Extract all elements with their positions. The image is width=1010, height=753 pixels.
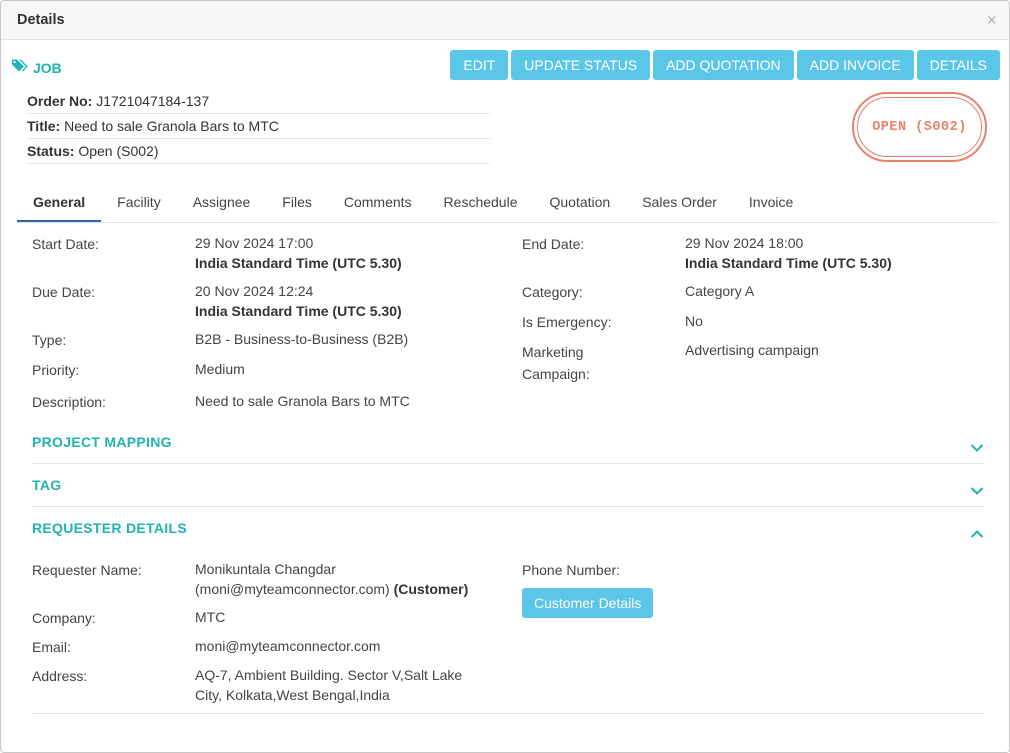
description-value: Need to sale Granola Bars to MTC [195, 393, 410, 409]
status-row: Status: Open (S002) [27, 139, 490, 164]
requester-details-section[interactable]: REQUESTER DETAILS [32, 520, 984, 542]
title-label: Title: [27, 118, 61, 134]
address-line2: City, Kolkata,West Bengal,India [195, 687, 390, 703]
address-label: Address: [32, 668, 88, 684]
chevron-down-icon[interactable] [970, 440, 984, 456]
edit-button[interactable]: EDIT [450, 50, 509, 80]
email-value: moni@myteamconnector.com [195, 638, 381, 654]
marketing-campaign-value: Advertising campaign [685, 342, 819, 358]
tab-facility[interactable]: Facility [101, 184, 177, 222]
due-date-value: 20 Nov 2024 12:24 India Standard Time (U… [195, 281, 402, 321]
phone-number-label: Phone Number: [522, 562, 621, 578]
start-date-text: 29 Nov 2024 17:00 [195, 235, 314, 251]
marketing-campaign-label: Marketing Campaign: [522, 341, 590, 385]
tab-assignee[interactable]: Assignee [177, 184, 267, 222]
due-date-timezone: India Standard Time (UTC 5.30) [195, 303, 402, 319]
marketing-label-line1: Marketing [522, 344, 584, 360]
project-mapping-section[interactable]: PROJECT MAPPING [32, 434, 984, 464]
tags-icon [12, 59, 33, 76]
tab-files[interactable]: Files [266, 184, 328, 222]
tab-general[interactable]: General [17, 184, 102, 222]
due-date-label: Due Date: [32, 284, 96, 300]
due-date-text: 20 Nov 2024 12:24 [195, 283, 314, 299]
section-divider [32, 713, 984, 714]
category-label: Category: [522, 284, 583, 300]
add-quotation-button[interactable]: ADD QUOTATION [653, 50, 794, 80]
close-icon[interactable]: × [986, 10, 997, 30]
title-value: Need to sale Granola Bars to MTC [64, 118, 279, 134]
order-no-label: Order No: [27, 93, 93, 109]
emergency-label: Is Emergency: [522, 314, 612, 330]
requester-name-label: Requester Name: [32, 562, 142, 578]
modal-header: Details × [1, 1, 1009, 40]
tab-sales-order[interactable]: Sales Order [626, 184, 733, 222]
status-stamp: OPEN (S002) [852, 92, 987, 162]
chevron-up-icon[interactable] [970, 526, 984, 542]
address-value: AQ-7, Ambient Building. Sector V,Salt La… [195, 665, 462, 705]
type-value: B2B - Business-to-Business (B2B) [195, 331, 409, 347]
requester-name-text: Monikuntala Changdar [195, 561, 336, 577]
details-modal: Details × JOB EDIT UPDATE STATUS ADD QUO… [0, 0, 1010, 753]
update-status-button[interactable]: UPDATE STATUS [511, 50, 651, 80]
email-label: Email: [32, 639, 71, 655]
start-date-value: 29 Nov 2024 17:00 India Standard Time (U… [195, 233, 402, 273]
project-mapping-title: PROJECT MAPPING [32, 434, 172, 450]
order-no-row: Order No: J1721047184-137 [27, 89, 490, 114]
status-value: Open (S002) [78, 143, 159, 159]
modal-title: Details [17, 12, 65, 28]
end-date-timezone: India Standard Time (UTC 5.30) [685, 255, 892, 271]
requester-details-title: REQUESTER DETAILS [32, 520, 187, 536]
title-row: Title: Need to sale Granola Bars to MTC [27, 114, 490, 139]
tab-reschedule[interactable]: Reschedule [428, 184, 534, 222]
job-info: Order No: J1721047184-137 Title: Need to… [27, 89, 490, 164]
status-stamp-text: OPEN (S002) [857, 97, 982, 157]
customer-details-button[interactable]: Customer Details [522, 588, 654, 618]
priority-value: Medium [195, 361, 245, 377]
requester-role: (Customer) [393, 581, 469, 597]
start-date-label: Start Date: [32, 236, 99, 252]
start-date-timezone: India Standard Time (UTC 5.30) [195, 255, 402, 271]
description-label: Description: [32, 394, 106, 410]
order-no-value: J1721047184-137 [96, 93, 210, 109]
category-value: Category A [685, 283, 755, 299]
chevron-down-icon[interactable] [970, 483, 984, 499]
tab-invoice[interactable]: Invoice [733, 184, 809, 222]
tag-title: TAG [32, 477, 62, 493]
job-label: JOB [33, 59, 62, 76]
company-label: Company: [32, 610, 96, 626]
job-heading: JOB [12, 59, 62, 76]
tab-quotation[interactable]: Quotation [533, 184, 626, 222]
requester-email-inline: (moni@myteamconnector.com) [195, 581, 390, 597]
tab-comments[interactable]: Comments [328, 184, 428, 222]
end-date-value: 29 Nov 2024 18:00 India Standard Time (U… [685, 233, 892, 273]
details-button[interactable]: DETAILS [916, 50, 1000, 80]
emergency-value: No [685, 313, 703, 329]
priority-label: Priority: [32, 362, 80, 378]
status-label: Status: [27, 143, 75, 159]
end-date-label: End Date: [522, 236, 585, 252]
address-line1: AQ-7, Ambient Building. Sector V,Salt La… [195, 667, 463, 683]
marketing-label-line2: Campaign: [522, 366, 590, 382]
action-toolbar: EDIT UPDATE STATUS ADD QUOTATION ADD INV… [450, 50, 1000, 80]
tag-section[interactable]: TAG [32, 477, 984, 507]
add-invoice-button[interactable]: ADD INVOICE [796, 50, 914, 80]
requester-name-value: Monikuntala Changdar (moni@myteamconnect… [195, 559, 468, 599]
end-date-text: 29 Nov 2024 18:00 [685, 235, 804, 251]
requester-name-detail: (moni@myteamconnector.com) (Customer) [195, 579, 468, 599]
tab-bar: General Facility Assignee Files Comments… [17, 184, 997, 223]
company-value: MTC [195, 609, 226, 625]
type-label: Type: [32, 332, 67, 348]
